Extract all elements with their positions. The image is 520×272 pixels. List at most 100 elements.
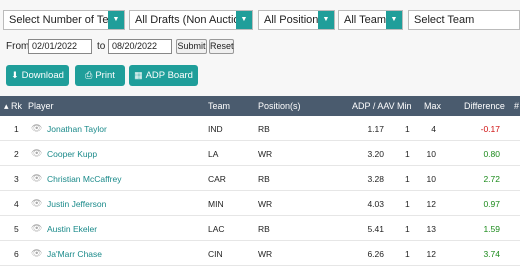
max-cell: 10 — [426, 174, 436, 184]
position-cell: WR — [258, 149, 273, 159]
max-cell: 4 — [431, 124, 436, 134]
download-label: Download — [21, 70, 64, 81]
chevron-down-icon: ▼ — [386, 11, 402, 29]
eye-icon[interactable]: 👁 — [31, 223, 42, 234]
rank-cell: 4 — [14, 199, 19, 209]
header-extra[interactable]: # — [514, 101, 519, 111]
player-name-link[interactable]: Ja'Marr Chase — [47, 249, 102, 259]
date-range-row: From 02/01/2022 to 08/20/2022 Submit Res… — [0, 34, 520, 58]
chevron-down-icon: ▼ — [236, 11, 252, 29]
grid-icon: ▦ — [134, 70, 143, 80]
rank-cell: 2 — [14, 149, 19, 159]
download-icon: ⬇ — [11, 70, 19, 80]
min-cell: 1 — [405, 124, 410, 134]
adp-cell: 6.26 — [367, 249, 384, 259]
eye-icon[interactable]: 👁 — [31, 248, 42, 259]
table-row: 1 Jonathan Taylor IND RB 1.17 1 4 -0.17 👁 — [0, 116, 520, 141]
player-name-link[interactable]: Justin Jefferson — [47, 199, 106, 209]
team-cell: IND — [208, 124, 223, 134]
rank-cell: 1 — [14, 124, 19, 134]
team-cell: CAR — [208, 174, 226, 184]
header-max[interactable]: Max — [424, 101, 441, 111]
difference-cell: 2.72 — [483, 174, 500, 184]
difference-cell: 0.80 — [483, 149, 500, 159]
difference-cell: 0.97 — [483, 199, 500, 209]
team-cell: LA — [208, 149, 219, 159]
adp-cell: 4.03 — [367, 199, 384, 209]
drafts-select[interactable]: All Drafts (Non Auction) ▼ — [129, 10, 253, 30]
adp-cell: 5.41 — [367, 224, 384, 234]
team-cell: CIN — [208, 249, 223, 259]
rank-cell: 5 — [14, 224, 19, 234]
to-date-input[interactable]: 08/20/2022 — [108, 39, 172, 54]
teams-select-value: All Teams — [344, 14, 392, 26]
rank-cell: 6 — [14, 249, 19, 259]
reset-button[interactable]: Reset — [209, 39, 234, 54]
max-cell: 12 — [426, 199, 436, 209]
table-row: 5 Austin Ekeler LAC RB 5.41 1 13 1.59 👁 — [0, 216, 520, 241]
adp-cell: 1.17 — [367, 124, 384, 134]
player-name-link[interactable]: Christian McCaffrey — [47, 174, 121, 184]
positions-select-value: All Positions — [264, 14, 324, 26]
max-cell: 10 — [426, 149, 436, 159]
eye-icon[interactable]: 👁 — [31, 198, 42, 209]
adp-board-label: ADP Board — [145, 70, 193, 81]
from-date-input[interactable]: 02/01/2022 — [28, 39, 92, 54]
table-row: 4 Justin Jefferson MIN WR 4.03 1 12 0.97 👁 — [0, 191, 520, 216]
player-name-link[interactable]: Cooper Kupp — [47, 149, 97, 159]
header-rk[interactable]: ▴ Rk — [4, 101, 22, 112]
chevron-down-icon: ▼ — [318, 11, 334, 29]
team-cell: LAC — [208, 224, 225, 234]
team-select[interactable]: Select Team — [408, 10, 520, 30]
min-cell: 1 — [405, 249, 410, 259]
teams-count-select[interactable]: Select Number of Teams ▼ — [3, 10, 125, 30]
print-label: Print — [95, 70, 115, 81]
teams-select[interactable]: All Teams ▼ — [338, 10, 403, 30]
min-cell: 1 — [405, 149, 410, 159]
position-cell: RB — [258, 224, 270, 234]
table-header: ▴ Rk Player Team Position(s) ADP / AAV M… — [0, 96, 520, 116]
difference-cell: 3.74 — [483, 249, 500, 259]
team-select-value: Select Team — [414, 14, 475, 26]
filter-bar: Select Number of Teams ▼ All Drafts (Non… — [0, 0, 520, 34]
team-cell: MIN — [208, 199, 224, 209]
eye-icon[interactable]: 👁 — [31, 123, 42, 134]
position-cell: RB — [258, 124, 270, 134]
download-button[interactable]: ⬇ Download — [6, 65, 69, 86]
drafts-select-value: All Drafts (Non Auction) — [135, 14, 250, 26]
eye-icon[interactable]: 👁 — [31, 173, 42, 184]
table-row: 3 Christian McCaffrey CAR RB 3.28 1 10 2.72 👁 — [0, 166, 520, 191]
header-position[interactable]: Position(s) — [258, 101, 301, 111]
position-cell: RB — [258, 174, 270, 184]
player-name-link[interactable]: Jonathan Taylor — [47, 124, 107, 134]
header-min[interactable]: Min — [397, 101, 412, 111]
positions-select[interactable]: All Positions ▼ — [258, 10, 335, 30]
header-difference[interactable]: Difference — [464, 101, 505, 111]
from-label: From — [6, 41, 30, 52]
difference-cell: 1.59 — [483, 224, 500, 234]
print-icon: ⎙ — [85, 70, 93, 80]
header-team[interactable]: Team — [208, 101, 230, 111]
max-cell: 12 — [426, 249, 436, 259]
min-cell: 1 — [405, 224, 410, 234]
chevron-down-icon: ▼ — [108, 11, 124, 29]
max-cell: 13 — [426, 224, 436, 234]
adp-cell: 3.28 — [367, 174, 384, 184]
eye-icon[interactable]: 👁 — [31, 148, 42, 159]
action-bar: ⬇ Download ⎙ Print ▦ ADP Board — [0, 58, 520, 96]
min-cell: 1 — [405, 199, 410, 209]
min-cell: 1 — [405, 174, 410, 184]
adp-board-button[interactable]: ▦ ADP Board — [129, 65, 198, 86]
submit-button[interactable]: Submit — [176, 39, 207, 54]
header-adp[interactable]: ADP / AAV — [352, 101, 395, 111]
player-name-link[interactable]: Austin Ekeler — [47, 224, 97, 234]
print-button[interactable]: ⎙ Print — [75, 65, 125, 86]
difference-cell: -0.17 — [480, 124, 500, 134]
table-row: 6 Ja'Marr Chase CIN WR 6.26 1 12 3.74 👁 — [0, 241, 520, 266]
to-label: to — [97, 41, 106, 52]
rank-cell: 3 — [14, 174, 19, 184]
adp-cell: 3.20 — [367, 149, 384, 159]
table-row: 2 Cooper Kupp LA WR 3.20 1 10 0.80 👁 — [0, 141, 520, 166]
position-cell: WR — [258, 199, 273, 209]
header-player[interactable]: Player — [28, 101, 54, 111]
